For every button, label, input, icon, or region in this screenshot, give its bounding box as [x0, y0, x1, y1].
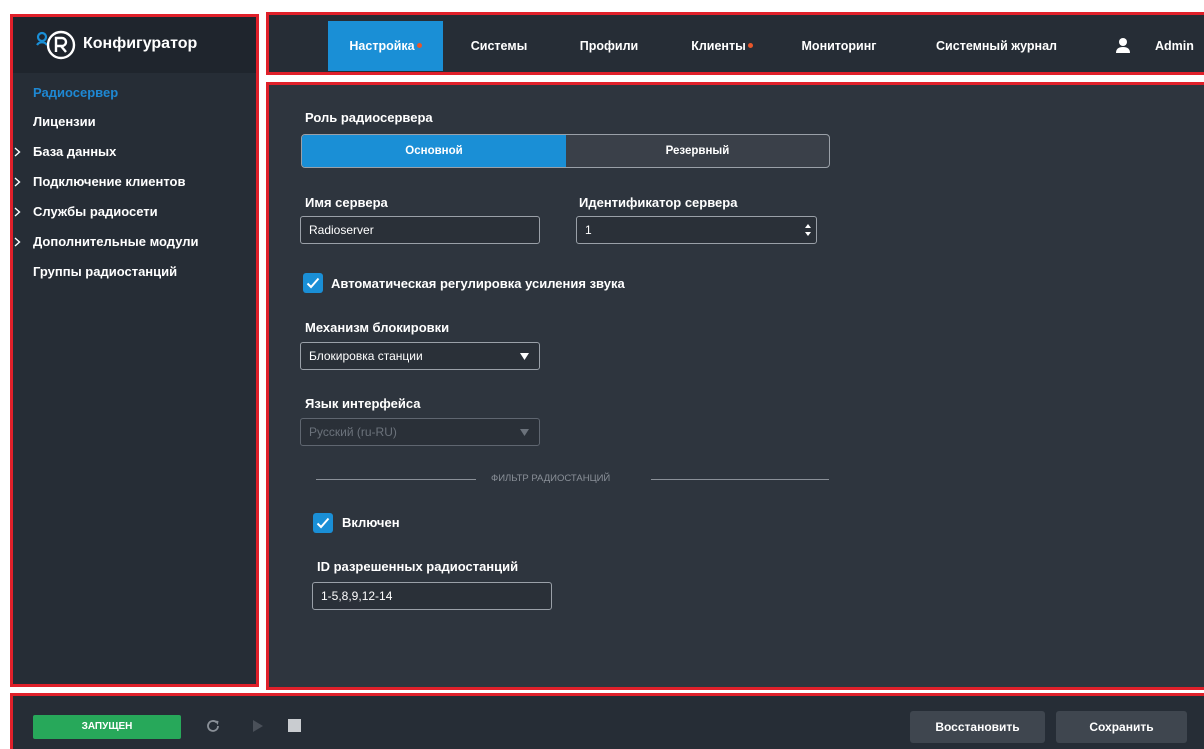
- filter-enabled-label: Включен: [342, 515, 400, 530]
- sidebar-header: Конфигуратор: [13, 17, 256, 73]
- notification-dot: [416, 43, 422, 49]
- sidebar-item-radio-services[interactable]: Службы радиосети: [13, 197, 256, 227]
- allowed-ids-input[interactable]: 1-5,8,9,12-14: [312, 582, 552, 610]
- sidebar-item-licenses[interactable]: Лицензии: [13, 107, 256, 137]
- save-button[interactable]: Сохранить: [1056, 711, 1187, 743]
- role-segmented-control: Основной Резервный: [301, 134, 830, 168]
- language-label: Язык интерфейса: [305, 396, 421, 411]
- divider-left: [316, 479, 476, 480]
- sidebar-item-label: Радиосервер: [33, 85, 119, 100]
- filter-section-title: ФИЛЬТР РАДИОСТАНЦИЙ: [491, 473, 611, 484]
- allowed-ids-value: 1-5,8,9,12-14: [321, 589, 393, 603]
- server-name-value: Radioserver: [309, 223, 374, 237]
- checkmark-icon: [306, 277, 320, 289]
- app-logo-icon: [36, 30, 76, 60]
- tab-label: Настройка: [349, 39, 415, 53]
- tab-monitoring[interactable]: Мониторинг: [789, 21, 889, 71]
- tab-clients[interactable]: Клиенты: [677, 21, 767, 71]
- sidebar-item-label: Группы радиостанций: [33, 264, 178, 279]
- sidebar: Конфигуратор Радиосервер Лицензии База д…: [10, 14, 259, 687]
- lock-mechanism-label: Механизм блокировки: [305, 320, 450, 335]
- tab-label: Клиенты: [691, 39, 746, 53]
- tab-systems[interactable]: Системы: [459, 21, 539, 71]
- stop-icon[interactable]: [288, 719, 301, 732]
- role-option-primary[interactable]: Основной: [302, 135, 566, 167]
- language-select: Русский (ru-RU): [300, 418, 540, 446]
- reload-icon[interactable]: [205, 718, 221, 734]
- sidebar-item-label: Службы радиосети: [33, 204, 158, 219]
- chevron-right-icon: [14, 197, 26, 228]
- server-id-value: 1: [585, 223, 592, 237]
- role-option-backup[interactable]: Резервный: [566, 135, 829, 167]
- tab-label: Системы: [470, 39, 528, 53]
- dropdown-arrow-icon: [520, 429, 529, 436]
- app-title: Конфигуратор: [83, 35, 198, 52]
- sidebar-item-label: Лицензии: [33, 114, 96, 129]
- allowed-ids-label: ID разрешенных радиостанций: [317, 559, 519, 574]
- sidebar-item-additional-modules[interactable]: Дополнительные модули: [13, 227, 256, 257]
- filter-enabled-checkbox[interactable]: [313, 513, 333, 533]
- sidebar-item-radio-groups[interactable]: Группы радиостанций: [13, 257, 256, 287]
- tab-label: Системный журнал: [936, 39, 1057, 53]
- play-icon[interactable]: [251, 718, 265, 734]
- user-name: Admin: [1155, 39, 1194, 53]
- user-icon: [1116, 38, 1130, 53]
- sidebar-item-label: Дополнительные модули: [33, 234, 199, 249]
- divider-right: [651, 479, 829, 480]
- sidebar-nav: Радиосервер Лицензии База данных Подключ…: [13, 79, 256, 287]
- lock-mechanism-value: Блокировка станции: [309, 349, 423, 363]
- server-name-label: Имя сервера: [305, 195, 388, 210]
- sidebar-item-label: Подключение клиентов: [33, 174, 186, 189]
- tab-profiles[interactable]: Профили: [574, 21, 644, 71]
- role-label: Роль радиосервера: [305, 110, 433, 125]
- settings-panel: Роль радиосервера Основной Резервный Имя…: [266, 82, 1204, 690]
- chevron-right-icon: [14, 167, 26, 198]
- tab-settings[interactable]: Настройка: [328, 21, 443, 71]
- spinner-arrows-icon[interactable]: [804, 222, 812, 238]
- lock-mechanism-select[interactable]: Блокировка станции: [300, 342, 540, 370]
- sidebar-item-client-connections[interactable]: Подключение клиентов: [13, 167, 256, 197]
- footer-toolbar: ЗАПУЩЕН Восстановить Сохранить: [10, 693, 1204, 749]
- tab-system-log[interactable]: Системный журнал: [924, 21, 1069, 71]
- sidebar-item-label: База данных: [33, 144, 117, 159]
- sidebar-item-radioserver[interactable]: Радиосервер: [13, 79, 256, 107]
- top-navigation: Настройка Системы Профили Клиенты Монито…: [266, 12, 1204, 75]
- status-badge: ЗАПУЩЕН: [33, 715, 181, 739]
- notification-dot: [747, 43, 753, 49]
- language-value: Русский (ru-RU): [309, 425, 397, 439]
- tab-label: Профили: [579, 39, 639, 53]
- chevron-right-icon: [14, 227, 26, 258]
- agc-label: Автоматическая регулировка усиления звук…: [331, 276, 625, 291]
- server-id-stepper[interactable]: 1: [576, 216, 817, 244]
- dropdown-arrow-icon: [520, 353, 529, 360]
- server-id-label: Идентификатор сервера: [579, 195, 738, 210]
- chevron-right-icon: [14, 137, 26, 168]
- agc-checkbox[interactable]: [303, 273, 323, 293]
- server-name-input[interactable]: Radioserver: [300, 216, 540, 244]
- restore-button[interactable]: Восстановить: [910, 711, 1045, 743]
- sidebar-item-database[interactable]: База данных: [13, 137, 256, 167]
- checkmark-icon: [316, 517, 330, 529]
- tab-label: Мониторинг: [801, 39, 877, 53]
